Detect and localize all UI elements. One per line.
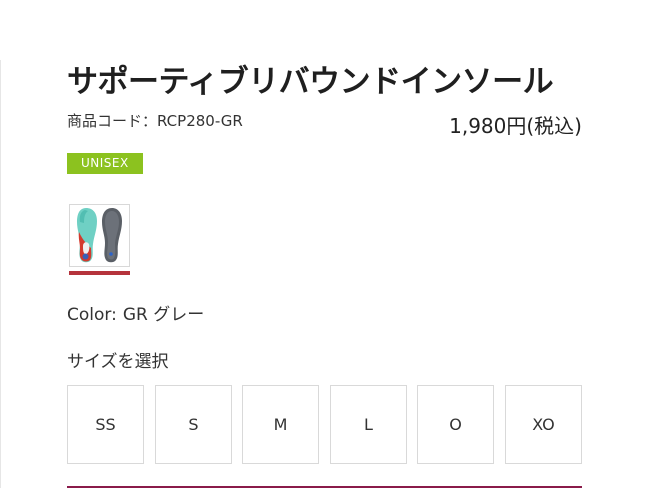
product-price: 1,980円(税込) [449,114,582,138]
size-option-m[interactable]: M [242,385,319,464]
size-option-xo[interactable]: XO [505,385,582,464]
insole-image [77,208,122,263]
left-divider [0,60,1,488]
color-value: GR グレー [122,305,205,325]
size-option-o[interactable]: O [417,385,494,464]
size-heading: サイズを選択 [67,352,169,372]
unisex-badge: UNISEX [67,153,143,174]
selected-swatch-indicator [69,271,130,275]
selected-color: Color: GR グレー [67,300,204,325]
color-label: Color: [67,305,117,325]
product-title: サポーティブリバウンドインソール [67,64,554,100]
size-option-ss[interactable]: SS [67,385,144,464]
color-swatch-gr[interactable] [69,204,130,275]
insole-thumbnail [69,204,130,267]
product-code: 商品コード：RCP280-GR [67,112,243,130]
size-option-s[interactable]: S [155,385,232,464]
size-option-l[interactable]: L [330,385,407,464]
